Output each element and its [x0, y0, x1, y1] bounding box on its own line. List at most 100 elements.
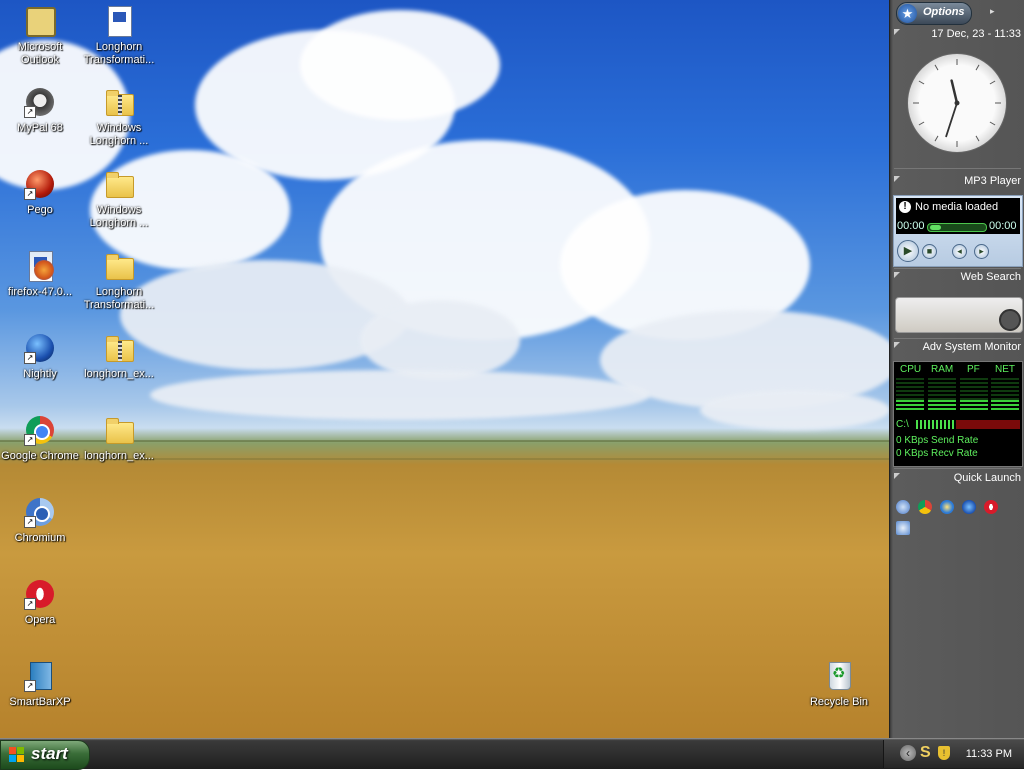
smartbar-tray-icon[interactable]: S — [920, 744, 931, 762]
desktop-icon-windows-longhorn-zip[interactable]: Windows Longhorn ... — [80, 86, 158, 148]
monitor-col-net: NET — [995, 364, 1015, 375]
net-meter — [991, 378, 1019, 410]
monitor-send-rate: 0 KBps Send Rate — [896, 435, 979, 446]
play-button[interactable]: ▶ — [897, 240, 919, 262]
stop-button[interactable]: ■ — [922, 244, 937, 259]
quick-launch-opera-icon[interactable] — [984, 500, 998, 514]
opera-icon: ↗ — [24, 578, 56, 610]
mp3-player-header[interactable]: MP3 Player — [894, 175, 1021, 189]
wallpaper-cloud — [300, 10, 500, 120]
system-monitor-title: Adv System Monitor — [922, 341, 1021, 353]
mp3-time-total: 00:00 — [989, 220, 1017, 232]
quick-launch-nightly-icon[interactable] — [962, 500, 976, 514]
quick-launch-internet-explorer-icon[interactable] — [940, 500, 954, 514]
star-icon: ★ — [898, 4, 917, 23]
divider — [894, 338, 1021, 339]
divider — [894, 468, 1021, 469]
clock-tile-header[interactable]: 17 Dec, 23 - 11:33 — [894, 28, 1021, 42]
zip-folder-icon — [103, 86, 135, 118]
tray-clock[interactable]: 11:33 PM — [966, 748, 1012, 760]
windows-logo-icon — [9, 747, 25, 763]
security-shield-icon[interactable]: ! — [938, 746, 950, 760]
analog-clock[interactable] — [907, 53, 1007, 153]
clock-tick — [918, 121, 925, 126]
quick-launch-ie-icon[interactable] — [896, 500, 910, 514]
magnifier-icon[interactable] — [999, 309, 1021, 331]
shortcut-arrow-icon: ↗ — [24, 352, 36, 364]
start-button[interactable]: start — [0, 740, 90, 770]
desktop-icon-label: Microsoft Outlook — [17, 41, 63, 66]
divider — [894, 168, 1021, 169]
chevron-right-icon[interactable]: ▸ — [990, 6, 995, 17]
tray-expand-chevron-icon[interactable]: ‹ — [900, 745, 916, 761]
monitor-col-ram: RAM — [931, 364, 954, 375]
clock-tick — [975, 64, 980, 71]
monitor-recv-rate: 0 KBps Recv Rate — [896, 448, 978, 459]
next-track-button[interactable]: ▸ — [974, 244, 989, 259]
mp3-player-title: MP3 Player — [964, 175, 1021, 187]
clock-minute-hand — [945, 102, 958, 138]
mp3-progress-bar[interactable] — [927, 223, 987, 232]
pego-icon: ↗ — [24, 168, 56, 200]
monitor-col-cpu: CPU — [900, 364, 922, 375]
previous-track-button[interactable]: ◂ — [952, 244, 967, 259]
sidebar: ★ Options ▸ 17 Dec, 23 - 11:33 MP3 Playe… — [889, 0, 1024, 738]
quick-launch-chrome-icon[interactable] — [918, 500, 932, 514]
shortcut-arrow-icon: ↗ — [24, 106, 36, 118]
desktop-icon-label: MyPal 68 — [17, 122, 63, 134]
cpu-meter — [896, 378, 924, 410]
clock-tick — [934, 64, 939, 71]
desktop-icon-label: Windows Longhorn ... — [89, 122, 149, 147]
desktop-icon-longhorn-transformation-2[interactable]: Longhorn Transformati... — [80, 250, 158, 312]
system-tray: ‹ S ! 11:33 PM — [883, 740, 1024, 768]
desktop-icon-recycle-bin[interactable]: Recycle Bin — [800, 660, 878, 709]
desktop-icon-label: Pego — [27, 204, 53, 216]
desktop-icon-windows-longhorn-folder[interactable]: Windows Longhorn ... — [80, 168, 158, 230]
wallpaper-cloud — [150, 370, 650, 420]
wallpaper-cloud — [360, 300, 520, 380]
shortcut-arrow-icon: ↗ — [24, 516, 36, 528]
desktop-icon-smartbarxp[interactable]: ↗ SmartBarXP — [1, 660, 79, 709]
ram-meter — [928, 378, 956, 410]
web-search-header[interactable]: Web Search — [894, 271, 1021, 285]
desktop-icon-label: Opera — [24, 614, 56, 626]
desktop-icon-label: Chromium — [14, 532, 66, 544]
shortcut-arrow-icon: ↗ — [24, 598, 36, 610]
disk-usage-meter — [916, 420, 1020, 429]
desktop-icon-outlook[interactable]: Microsoft Outlook — [1, 5, 79, 67]
desktop-icon-label: SmartBarXP — [9, 696, 71, 708]
web-search-box[interactable] — [895, 297, 1023, 333]
desktop-icon-longhorn-ex-zip[interactable]: longhorn_ex... — [80, 332, 158, 381]
desktop-icon-mypal[interactable]: ↗ MyPal 68 — [1, 86, 79, 135]
options-label: Options — [923, 6, 965, 18]
pf-meter — [960, 378, 988, 410]
mp3-time-elapsed: 00:00 — [897, 220, 925, 232]
folder-icon — [103, 250, 135, 282]
chrome-icon: ↗ — [24, 414, 56, 446]
document-icon — [103, 5, 135, 37]
divider — [894, 268, 1021, 269]
web-search-title: Web Search — [960, 271, 1021, 283]
desktop[interactable]: Microsoft Outlook ↗ MyPal 68 ↗ Pego fire… — [0, 0, 889, 738]
desktop-icon-firefox-installer[interactable]: firefox-47.0... — [1, 250, 79, 299]
desktop-icon-opera[interactable]: ↗ Opera — [1, 578, 79, 627]
quick-launch-title: Quick Launch — [953, 472, 1021, 484]
system-monitor-header[interactable]: Adv System Monitor — [894, 341, 1021, 355]
quick-launch-header[interactable]: Quick Launch — [894, 472, 1021, 486]
desktop-icon-longhorn-ex-folder[interactable]: longhorn_ex... — [80, 414, 158, 463]
smartbarxp-icon: ↗ — [24, 660, 56, 692]
desktop-icon-longhorn-transformation-1[interactable]: Longhorn Transformati... — [80, 5, 158, 67]
monitor-col-pf: PF — [967, 364, 980, 375]
nightly-globe-icon: ↗ — [24, 332, 56, 364]
quick-launch-desktop-icon[interactable] — [896, 521, 910, 535]
desktop-icon-pego[interactable]: ↗ Pego — [1, 168, 79, 217]
info-icon: ! — [899, 201, 911, 213]
desktop-icon-nightly[interactable]: ↗ Nightly — [1, 332, 79, 381]
options-button[interactable]: ★ Options — [896, 2, 972, 25]
shortcut-arrow-icon: ↗ — [24, 434, 36, 446]
system-monitor: CPU RAM PF NET C:\ 0 KBps Send Rate 0 KB… — [893, 361, 1023, 467]
desktop-icon-label: Nightly — [23, 368, 57, 380]
desktop-icon-chromium[interactable]: ↗ Chromium — [1, 496, 79, 545]
desktop-icon-google-chrome[interactable]: ↗ Google Chrome — [1, 414, 79, 463]
mypal-raccoon-icon: ↗ — [24, 86, 56, 118]
